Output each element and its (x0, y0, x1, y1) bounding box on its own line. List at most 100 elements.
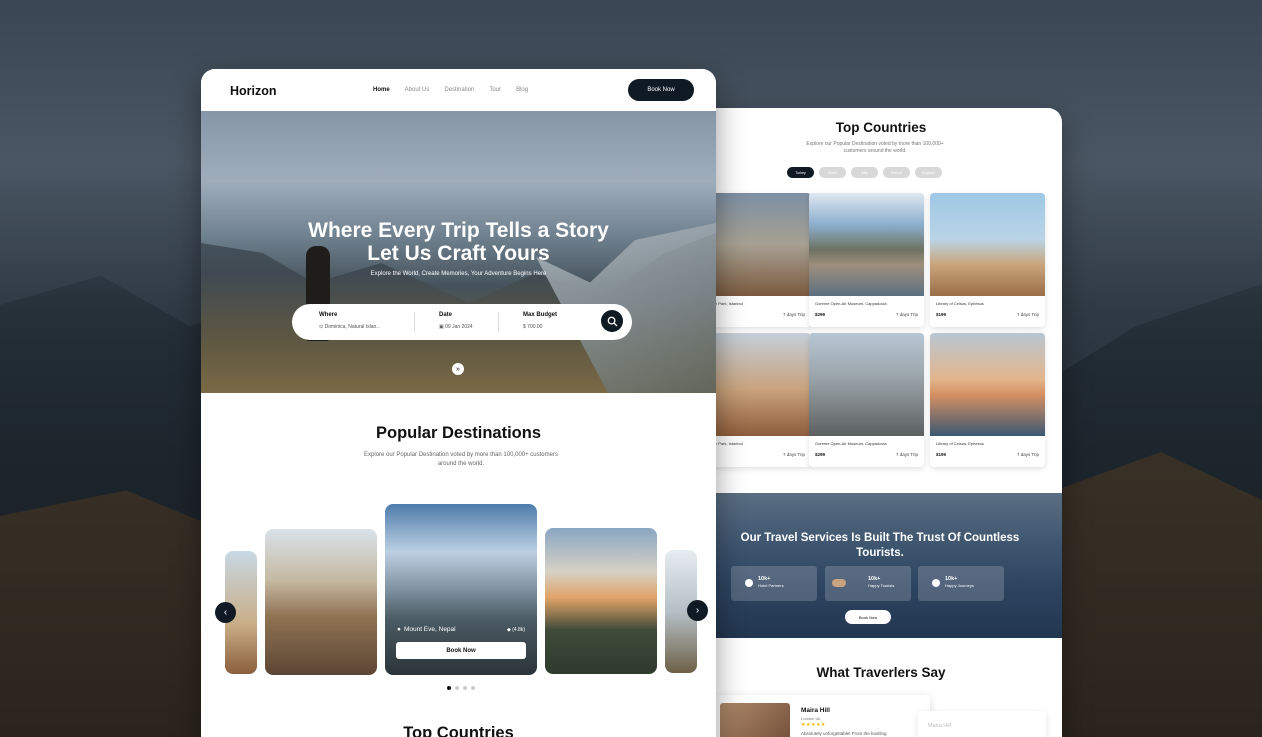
budget-value: 700.00 (527, 324, 543, 330)
country-card-days: 7 days Trip (895, 452, 918, 457)
scroll-down-icon[interactable]: » (452, 363, 464, 375)
avatar-group-icon (832, 579, 846, 587)
country-card-name: Library of Celsus, Ephesus (936, 441, 984, 446)
country-card-days: 7 days Trip (1016, 452, 1039, 457)
destination-card[interactable] (265, 529, 377, 675)
tab-england[interactable]: England (915, 167, 942, 178)
country-card[interactable]: Goreme Open-Air Museum, Cappadocia $299 … (809, 193, 924, 327)
country-card-days: 7 days Trip (1016, 312, 1039, 317)
stat-happy-journeys: 10k+ Happy Journeys (918, 566, 1004, 601)
country-card[interactable]: Library of Celsus, Ephesus $199 7 days T… (930, 333, 1045, 467)
destination-card-featured[interactable]: ● Mount Eve, Nepal ◆ (4.8k) Book Now (385, 504, 537, 675)
country-card-name: Library of Celsus, Ephesus (936, 301, 984, 306)
logo[interactable]: Horizon (230, 84, 277, 98)
pagination-dot[interactable] (463, 686, 467, 690)
hero-subtitle: Explore the World, Create Memories, Your… (370, 271, 547, 277)
nav-home[interactable]: Home (373, 87, 390, 93)
pagination-dot[interactable] (447, 686, 451, 690)
main-page-mockup: Horizon Home About Us Destination Tour B… (201, 69, 716, 737)
where-value: Dominica, Natural Islan.. (324, 324, 380, 330)
country-card[interactable]: Gulhane Park, Istanbul 7 days Trip (700, 193, 811, 327)
chevron-left-icon: ‹ (223, 607, 228, 618)
country-card-image (700, 333, 811, 436)
divider (414, 312, 415, 332)
book-now-button[interactable]: Book Now (628, 79, 694, 101)
country-card[interactable]: Library of Celsus, Ephesus $199 7 days T… (930, 193, 1045, 327)
secondary-page-mockup: Top Countries Explore our Popular Destin… (700, 108, 1062, 737)
date-value: 09 Jan 2024 (445, 324, 473, 330)
calendar-icon: ▣ (439, 324, 444, 330)
testimonial-card-secondary: Maira Hill (918, 711, 1046, 737)
nav-links: Home About Us Destination Tour Blog (373, 87, 528, 93)
featured-location: ● Mount Eve, Nepal (397, 626, 456, 633)
stat-number: 10k+ (868, 576, 881, 582)
carousel-prev-button[interactable]: ‹ (215, 602, 236, 623)
tab-france[interactable]: France (883, 167, 910, 178)
location-pin-icon: ● (397, 626, 401, 633)
testimonials-title: What Traverlers Say (816, 665, 946, 680)
country-card-days: 7 days Trip (782, 312, 805, 317)
pagination-dot[interactable] (455, 686, 459, 690)
where-field[interactable]: Where ⊙ Dominica, Natural Islan.. (319, 312, 379, 330)
date-label: Date (439, 312, 453, 318)
country-card-image (809, 193, 924, 296)
destination-card[interactable] (545, 528, 657, 674)
divider (498, 312, 499, 332)
tab-spain[interactable]: Spain (819, 167, 846, 178)
currency-symbol: $ (523, 324, 526, 330)
trust-headline: Our Travel Services Is Built The Trust O… (740, 532, 1020, 559)
tab-italy[interactable]: Italy (851, 167, 878, 178)
band-book-now-button[interactable]: Book Now (845, 610, 891, 624)
search-bar: Where ⊙ Dominica, Natural Islan.. Date ▣… (292, 304, 632, 340)
trust-banner: Our Travel Services Is Built The Trust O… (700, 493, 1062, 638)
country-card-price: $299 (815, 452, 826, 457)
play-icon (932, 579, 940, 587)
country-card-image (930, 333, 1045, 436)
stat-label: Hotel Partners (758, 583, 784, 588)
search-button[interactable] (601, 310, 623, 332)
star-icon: ◆ (506, 627, 511, 633)
testimonial-location: London Uk (801, 716, 821, 721)
popular-subtitle: Explore our Popular Destination voted by… (364, 452, 558, 467)
top-countries-title: Top Countries (835, 120, 927, 135)
hero-title: Where Every Trip Tells a Story Let Us Cr… (201, 219, 716, 265)
featured-location-text: Mount Eve, Nepal (403, 626, 456, 633)
country-card-days: 7 days Trip (895, 312, 918, 317)
testimonial-card: Maira Hill London Uk ★★★★★ Absolutely un… (715, 695, 930, 737)
navbar: Horizon Home About Us Destination Tour B… (201, 69, 716, 111)
stat-number: 10k+ (758, 576, 771, 582)
date-field[interactable]: Date ▣ 09 Jan 2024 (439, 312, 473, 330)
location-pin-icon: ⊙ (319, 324, 324, 330)
stat-happy-tourists: 10k+ Happy Tourists (825, 566, 911, 601)
top-countries-subtitle: Explore our Popular Destination voted by… (806, 141, 944, 154)
country-card-name: Goreme Open-Air Museum, Cappadocia (815, 441, 887, 446)
featured-book-now-button[interactable]: Book Now (396, 642, 526, 659)
stat-label: Happy Tourists (868, 583, 895, 588)
country-card-days: 7 days Trip (782, 452, 805, 457)
featured-rating-value: (4.8k) (512, 627, 525, 633)
country-card-image (809, 333, 924, 436)
tab-turkey[interactable]: Turkey (787, 167, 814, 178)
where-label: Where (319, 312, 338, 318)
nav-blog[interactable]: Blog (516, 87, 528, 93)
testimonial-name: Maira Hill (928, 723, 951, 729)
top-countries-heading: Top Countries (403, 724, 514, 737)
nav-destination[interactable]: Destination (444, 87, 474, 93)
hero-title-line1: Where Every Trip Tells a Story (308, 219, 609, 242)
budget-label: Max Budget (523, 312, 558, 318)
stat-label: Happy Journeys (945, 583, 974, 588)
pagination-dot[interactable] (471, 686, 475, 690)
country-card[interactable]: Goreme Open-Air Museum, Cappadocia $299 … (809, 333, 924, 467)
country-card[interactable]: Gulhane Park, Istanbul 7 days Trip (700, 333, 811, 467)
country-card-image (930, 193, 1045, 296)
popular-title: Popular Destinations (375, 424, 542, 442)
play-icon (745, 579, 753, 587)
nav-tour[interactable]: Tour (489, 87, 501, 93)
country-card-price: $199 (936, 452, 947, 457)
carousel-next-button[interactable]: › (687, 600, 708, 621)
nav-about[interactable]: About Us (405, 87, 430, 93)
rating-stars: ★★★★★ (801, 722, 826, 728)
budget-field[interactable]: Max Budget $ 700.00 (523, 312, 557, 330)
testimonial-name: Maira Hill (801, 707, 830, 714)
carousel-pagination (447, 686, 475, 690)
